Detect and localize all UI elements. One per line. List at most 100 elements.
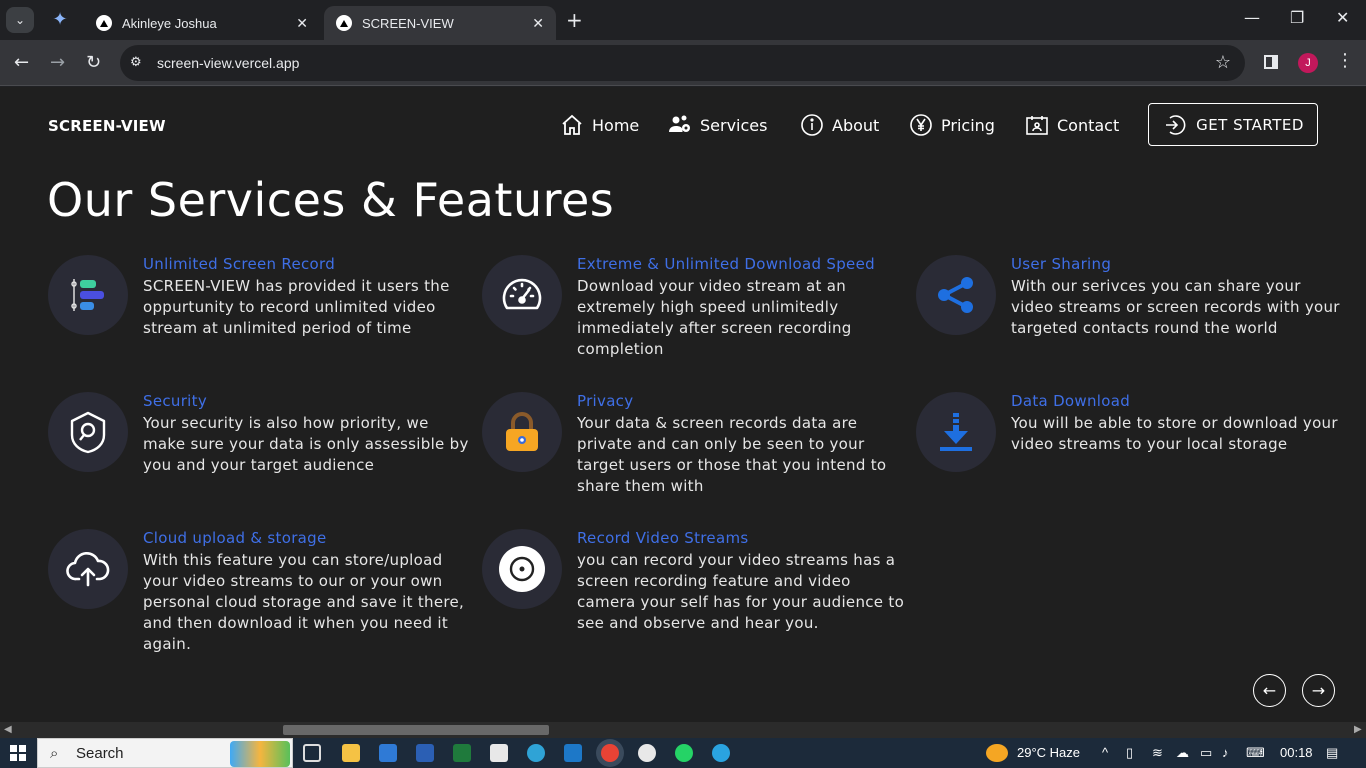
feature-card: Extreme & Unlimited Download Speed Downl… [482,255,902,365]
tab-title: Akinleye Joshua [122,15,217,31]
minimize-icon[interactable]: — [1244,8,1260,27]
feature-title: Extreme & Unlimited Download Speed [577,255,875,273]
vscode-icon[interactable] [564,744,582,762]
vercel-favicon-icon [336,15,352,31]
search-icon: ⌕ [50,744,59,762]
bookmark-star-icon[interactable]: ☆ [1215,52,1231,73]
nav-label: Pricing [941,115,995,135]
whatsapp-icon[interactable] [638,744,656,762]
restore-icon[interactable]: ❐ [1290,8,1304,27]
close-window-icon[interactable]: ✕ [1336,8,1349,27]
side-panel-icon[interactable] [1264,55,1278,69]
nav-label: Contact [1057,115,1120,135]
back-icon[interactable]: ← [14,52,29,73]
clock[interactable]: 00:18 [1280,745,1313,760]
search-highlight-image [230,741,290,767]
get-started-button[interactable]: GET STARTED [1148,103,1318,146]
word-icon[interactable] [416,744,434,762]
menu-kebab-icon[interactable]: ⋮ [1336,50,1354,71]
tab-title: SCREEN-VIEW [362,15,454,31]
cta-label: GET STARTED [1196,115,1304,134]
feature-card: User Sharing With our serivces you can s… [916,255,1339,365]
reload-icon[interactable]: ↻ [86,52,101,73]
feature-description: With our serivces you can share your vid… [1011,277,1340,337]
page-title: Our Services & Features [47,173,615,227]
tray-device-icon[interactable]: ▯ [1126,745,1133,761]
weather-text[interactable]: 29°C Haze [1017,745,1080,760]
taskbar-search[interactable]: ⌕ Search [37,738,293,768]
cloud-sync-icon[interactable]: ☁ [1176,745,1189,761]
edge-icon[interactable] [527,744,545,762]
nav-home[interactable]: Home [560,113,639,137]
yen-icon [910,114,932,136]
windows-taskbar: ⌕ Search 29°C Haze ^ ▯ ≋ ☁ ▭ ♪ ⌨ 00:18 ▤ [0,738,1366,768]
task-view-icon[interactable] [303,744,321,762]
gemini-icon[interactable]: ✦ [50,10,70,30]
mail-icon[interactable] [379,744,397,762]
horizontal-scrollbar[interactable]: ◀ ▶ [0,722,1366,738]
nav-label: About [832,115,880,135]
wifi-icon[interactable]: ≋ [1152,745,1163,761]
feature-card: Cloud upload & storage With this feature… [48,529,468,659]
browser-tab[interactable]: Akinleye Joshua ✕ [84,6,320,40]
browser-tab-active[interactable]: SCREEN-VIEW ✕ [324,6,556,40]
speedometer-icon [482,255,562,335]
feature-description: you can record your video streams has a … [577,551,905,632]
feature-card: Security Your security is also how prior… [48,392,468,502]
info-icon [801,114,823,136]
tab-search-button[interactable]: ⌄ [6,7,34,33]
telegram-icon[interactable] [712,744,730,762]
volume-icon[interactable]: ♪ [1222,745,1229,760]
feature-title: Security [143,392,207,410]
nav-about[interactable]: About [800,113,879,137]
scroll-left-icon[interactable]: ◀ [4,724,12,735]
url-text[interactable]: screen-view.vercel.app [157,55,299,71]
battery-icon[interactable]: ▭ [1200,745,1212,761]
store-icon[interactable] [490,744,508,762]
next-page-button[interactable]: → [1302,674,1335,707]
scrollbar-thumb[interactable] [283,725,549,735]
login-icon [1166,114,1186,135]
feature-card: Data Download You will be able to store … [916,392,1338,502]
site-info-icon[interactable]: ⚙ [130,55,142,70]
close-tab-icon[interactable]: ✕ [296,15,308,32]
scroll-right-icon[interactable]: ▶ [1354,724,1362,735]
file-explorer-icon[interactable] [342,744,360,762]
vercel-favicon-icon [96,15,112,31]
fbs-icon[interactable] [453,744,471,762]
download-icon [916,392,996,472]
browser-tabstrip: ⌄ ✦ Akinleye Joshua ✕ SCREEN-VIEW ✕ + — … [0,0,1366,40]
arrow-left-icon: ← [1262,681,1277,700]
prev-page-button[interactable]: ← [1253,674,1286,707]
lock-icon [482,392,562,472]
forward-icon[interactable]: → [50,52,65,73]
nav-contact[interactable]: Contact [1025,113,1119,137]
page: SCREEN-VIEW Home Services About Pricing … [0,87,1366,722]
new-tab-icon[interactable]: + [566,8,583,32]
feature-description: You will be able to store or download yo… [1011,414,1338,453]
feature-description: Download your video stream at an extreme… [577,277,852,358]
feature-title: User Sharing [1011,255,1112,273]
feature-title: Unlimited Screen Record [143,255,336,273]
whatsapp-business-icon[interactable] [675,744,693,762]
windows-start-icon[interactable] [10,745,26,761]
chrome-icon[interactable] [601,744,619,762]
feature-description: Your data & screen records data are priv… [577,414,887,495]
home-icon [562,114,582,135]
feature-card: Privacy Your data & screen records data … [482,392,902,502]
notifications-icon[interactable]: ▤ [1326,745,1338,761]
feature-card: Unlimited Screen Record SCREEN-VIEW has … [48,255,468,365]
weather-haze-icon[interactable] [986,744,1008,762]
feature-title: Record Video Streams [577,529,749,547]
address-bar[interactable]: ⚙ screen-view.vercel.app ☆ [120,45,1245,81]
keyboard-icon[interactable]: ⌨ [1246,745,1265,761]
site-brand[interactable]: SCREEN-VIEW [48,117,166,135]
nav-services[interactable]: Services [668,113,767,137]
close-tab-icon[interactable]: ✕ [532,15,544,32]
tray-chevron-icon[interactable]: ^ [1102,745,1108,760]
shield-search-icon [48,392,128,472]
contact-card-icon [1026,116,1048,135]
profile-avatar[interactable]: J [1298,53,1318,73]
cloud-upload-icon [48,529,128,609]
nav-pricing[interactable]: Pricing [909,113,995,137]
